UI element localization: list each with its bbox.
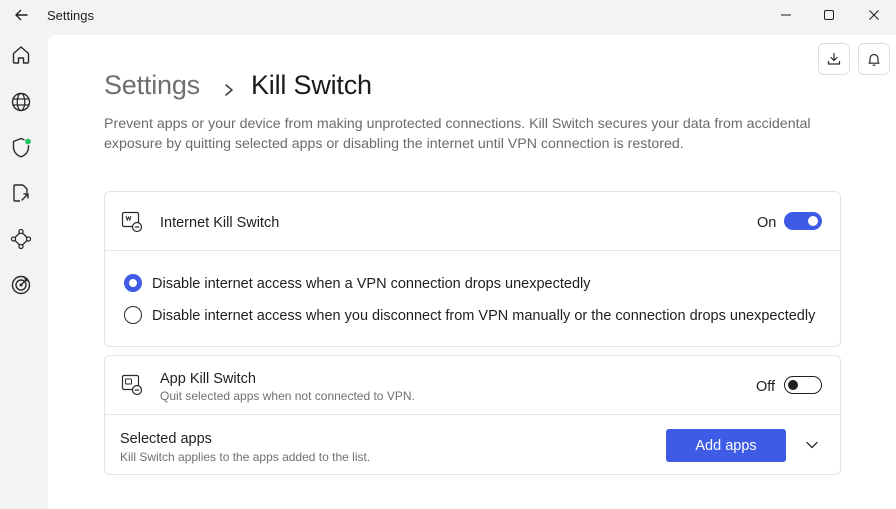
app-kill-switch-state: Off bbox=[756, 379, 776, 395]
globe-icon[interactable] bbox=[10, 91, 32, 113]
app-kill-switch-icon bbox=[121, 373, 145, 397]
maximize-button[interactable] bbox=[815, 4, 843, 26]
close-button[interactable] bbox=[860, 4, 888, 26]
minimize-button[interactable] bbox=[772, 4, 800, 26]
split-tunnel-icon[interactable] bbox=[10, 182, 32, 204]
radio-option-1[interactable] bbox=[124, 274, 142, 292]
download-button[interactable] bbox=[818, 43, 850, 75]
internet-kill-switch-state: On bbox=[757, 215, 777, 231]
home-icon[interactable] bbox=[10, 44, 32, 66]
sidebar bbox=[0, 32, 48, 509]
breadcrumb: Settings Kill Switch bbox=[104, 70, 372, 101]
main-panel: Settings Kill Switch Prevent apps or you… bbox=[48, 35, 896, 509]
page-description: Prevent apps or your device from making … bbox=[104, 116, 811, 152]
bell-icon bbox=[868, 53, 880, 66]
shield-icon[interactable] bbox=[10, 136, 32, 158]
chevron-right-icon bbox=[222, 76, 236, 107]
selected-apps-subtitle: Kill Switch applies to the apps added to… bbox=[120, 450, 371, 464]
radio-option-2-label[interactable]: Disable internet access when you disconn… bbox=[152, 308, 815, 324]
internet-kill-switch-card: Internet Kill Switch On Disable internet… bbox=[104, 191, 841, 347]
page-title: Kill Switch bbox=[251, 70, 372, 100]
notifications-button[interactable] bbox=[858, 43, 890, 75]
add-apps-button[interactable]: Add apps bbox=[666, 429, 786, 462]
radio-option-2[interactable] bbox=[124, 306, 142, 324]
app-kill-switch-toggle[interactable] bbox=[784, 376, 822, 394]
download-icon bbox=[827, 52, 841, 65]
app-kill-switch-title: App Kill Switch bbox=[160, 371, 256, 387]
internet-kill-switch-icon bbox=[121, 210, 145, 234]
chevron-down-icon[interactable] bbox=[805, 438, 819, 452]
internet-kill-switch-title: Internet Kill Switch bbox=[160, 215, 280, 231]
target-icon[interactable] bbox=[10, 274, 32, 296]
app-kill-switch-subtitle: Quit selected apps when not connected to… bbox=[160, 389, 415, 403]
title-bar: Settings bbox=[0, 0, 896, 32]
selected-apps-title: Selected apps bbox=[120, 431, 212, 447]
radio-option-1-label[interactable]: Disable internet access when a VPN conne… bbox=[152, 276, 590, 292]
window-title: Settings bbox=[47, 8, 94, 23]
breadcrumb-parent[interactable]: Settings bbox=[104, 70, 200, 100]
back-arrow-icon[interactable] bbox=[12, 6, 30, 24]
divider bbox=[105, 250, 840, 251]
meshnet-icon[interactable] bbox=[10, 228, 32, 250]
internet-kill-switch-toggle[interactable] bbox=[784, 212, 822, 230]
divider bbox=[105, 414, 840, 415]
app-kill-switch-card: App Kill Switch Quit selected apps when … bbox=[104, 355, 841, 475]
